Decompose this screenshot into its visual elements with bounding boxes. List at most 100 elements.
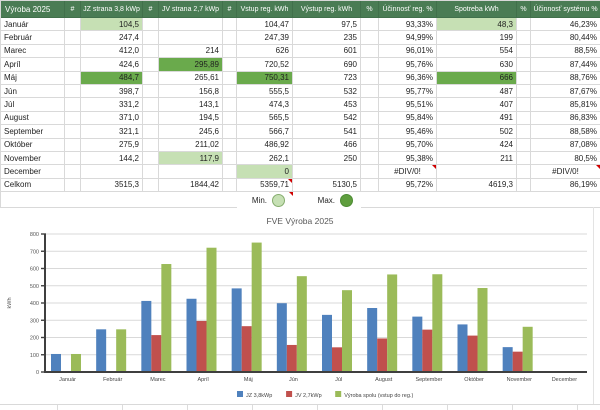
bar-series0-month8[interactable] [412,317,422,372]
empty-cell[interactable] [81,192,143,208]
row-5-month-cell[interactable]: Jún [1,85,65,98]
row-3-jz-cell[interactable]: 424,6 [81,58,143,71]
bar-series1-month3[interactable] [197,321,207,372]
row-4-jv-cell[interactable]: 265,61 [159,72,223,85]
row-1-vstup-cell[interactable]: 247,39 [237,31,293,44]
row-1-jz-cell[interactable]: 247,4 [81,31,143,44]
row-10-ucinnost_reg-cell[interactable]: 95,38% [379,152,437,165]
legend-swatch-series0[interactable] [237,391,243,397]
spacer-cell[interactable] [65,125,81,138]
row-9-ucinnost_sys-cell[interactable]: 87,08% [531,139,600,152]
spacer-cell[interactable] [517,58,531,71]
spacer-cell[interactable] [361,18,379,31]
row-9-jz-cell[interactable]: 275,9 [81,139,143,152]
row-10-jz-cell[interactable]: 144,2 [81,152,143,165]
column-header-spotreba[interactable]: Spotreba kWh [437,1,517,18]
row-7-jz-cell[interactable]: 371,0 [81,112,143,125]
row-3-ucinnost_sys-cell[interactable]: 87,44% [531,58,600,71]
row-7-ucinnost_sys-cell[interactable]: 86,83% [531,112,600,125]
spacer-cell[interactable] [361,165,379,178]
max-indicator-cell[interactable]: Max. [293,192,361,208]
spacer-cell[interactable] [361,179,379,192]
row-6-jz-cell[interactable]: 331,2 [81,98,143,111]
row-6-vystup-cell[interactable]: 453 [293,98,361,111]
row-3-vstup-cell[interactable]: 720,52 [237,58,293,71]
row-11-vstup-cell[interactable]: 0 [237,165,293,178]
legend-label-series1[interactable]: JV 2,7kWp [295,393,322,399]
spacer-cell[interactable] [223,139,237,152]
row-11-jz-cell[interactable] [81,165,143,178]
spacer-cell[interactable] [361,72,379,85]
total-row-jz-cell[interactable]: 3515,3 [81,179,143,192]
row-2-ucinnost_sys-cell[interactable]: 88,5% [531,45,600,58]
row-8-vstup-cell[interactable]: 566,7 [237,125,293,138]
row-11-vystup-cell[interactable] [293,165,361,178]
row-8-jv-cell[interactable]: 245,6 [159,125,223,138]
empty-cell[interactable] [517,192,531,208]
spacer-cell[interactable] [65,139,81,152]
bar-series0-month9[interactable] [458,324,468,372]
spacer-cell[interactable] [517,139,531,152]
row-2-month-cell[interactable]: Marec [1,45,65,58]
bar-series0-month4[interactable] [232,288,242,372]
row-11-ucinnost_reg-cell[interactable]: #DIV/0! [379,165,437,178]
row-1-month-cell[interactable]: Február [1,31,65,44]
row-0-vystup-cell[interactable]: 97,5 [293,18,361,31]
spacer-cell[interactable] [517,165,531,178]
row-10-ucinnost_sys-cell[interactable]: 80,5% [531,152,600,165]
empty-cell[interactable] [143,192,159,208]
row-10-vystup-cell[interactable]: 250 [293,152,361,165]
bar-series2-month6[interactable] [342,290,352,372]
legend-label-series0[interactable]: JZ 3,8kWp [246,393,272,399]
bar-series2-month10[interactable] [523,327,533,372]
row-9-vstup-cell[interactable]: 486,92 [237,139,293,152]
row-11-jv-cell[interactable] [159,165,223,178]
spacer-cell[interactable] [143,45,159,58]
row-6-vstup-cell[interactable]: 474,3 [237,98,293,111]
row-9-vystup-cell[interactable]: 466 [293,139,361,152]
row-7-vstup-cell[interactable]: 565,5 [237,112,293,125]
row-2-vystup-cell[interactable]: 601 [293,45,361,58]
empty-cell[interactable] [379,192,437,208]
row-5-jz-cell[interactable]: 398,7 [81,85,143,98]
spacer-cell[interactable] [361,45,379,58]
spacer-cell[interactable] [517,18,531,31]
row-5-spotreba-cell[interactable]: 487 [437,85,517,98]
bar-series0-month10[interactable] [503,347,513,372]
spacer-cell[interactable] [517,85,531,98]
spacer-cell[interactable] [517,31,531,44]
row-6-jv-cell[interactable]: 143,1 [159,98,223,111]
row-10-vstup-cell[interactable]: 262,1 [237,152,293,165]
row-4-ucinnost_reg-cell[interactable]: 96,36% [379,72,437,85]
bar-series2-month8[interactable] [432,274,442,372]
column-header-ucinnost_reg[interactable]: Účinnosť reg. % [379,1,437,18]
spacer-cell[interactable] [65,112,81,125]
empty-cell[interactable] [65,192,81,208]
row-1-vystup-cell[interactable]: 235 [293,31,361,44]
row-11-month-cell[interactable]: December [1,165,65,178]
row-11-spotreba-cell[interactable] [437,165,517,178]
bar-series1-month10[interactable] [513,352,523,372]
spacer-cell[interactable] [223,85,237,98]
column-header-spacer-11[interactable]: % [517,1,531,18]
spacer-cell[interactable] [517,179,531,192]
spacer-cell[interactable] [143,165,159,178]
row-11-ucinnost_sys-cell[interactable]: #DIV/0! [531,165,600,178]
spacer-cell[interactable] [517,98,531,111]
column-header-vystup[interactable]: Výstup reg. kWh [293,1,361,18]
row-4-vstup-cell[interactable]: 750,31 [237,72,293,85]
bar-series2-month2[interactable] [161,264,171,372]
spacer-cell[interactable] [143,18,159,31]
spacer-cell[interactable] [143,98,159,111]
spacer-cell[interactable] [223,165,237,178]
spacer-cell[interactable] [361,85,379,98]
spacer-cell[interactable] [223,152,237,165]
row-8-month-cell[interactable]: September [1,125,65,138]
spacer-cell[interactable] [65,18,81,31]
column-header-jv[interactable]: JV strana 2,7 kWp [159,1,223,18]
row-0-month-cell[interactable]: Január [1,18,65,31]
row-8-ucinnost_reg-cell[interactable]: 95,46% [379,125,437,138]
min-indicator-cell[interactable]: Min. [237,192,293,208]
bar-series0-month5[interactable] [277,303,287,372]
spacer-cell[interactable] [65,179,81,192]
